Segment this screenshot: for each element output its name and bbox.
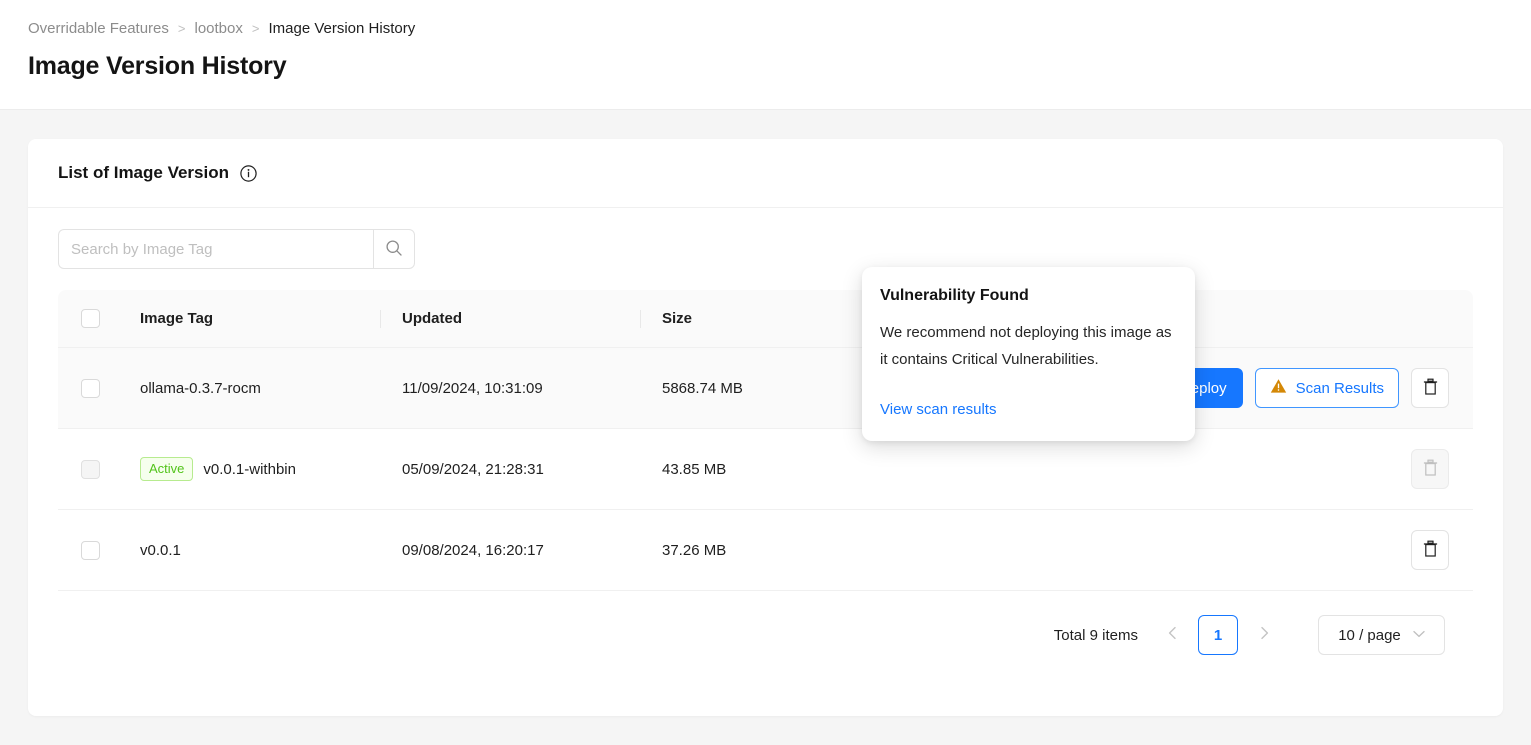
chevron-right-icon bbox=[1259, 626, 1270, 645]
trash-icon bbox=[1422, 378, 1439, 399]
breadcrumb-separator: > bbox=[177, 21, 186, 36]
header-image-tag: Image Tag bbox=[140, 310, 214, 327]
row-actions bbox=[917, 530, 1473, 570]
table-row[interactable]: v0.0.1 09/08/2024, 16:20:17 37.26 MB bbox=[58, 509, 1473, 590]
search-button[interactable] bbox=[373, 229, 415, 269]
card-header: List of Image Version bbox=[28, 139, 1503, 208]
image-tag-text: v0.0.1 bbox=[140, 541, 181, 559]
row-size: 43.85 MB bbox=[662, 460, 727, 478]
trash-icon bbox=[1422, 540, 1439, 561]
card-title: List of Image Version bbox=[58, 163, 229, 182]
page-1-button[interactable]: 1 bbox=[1198, 615, 1238, 655]
page-size-select[interactable]: 10 / page bbox=[1318, 615, 1445, 655]
table-header-row: Image Tag Updated Size bbox=[58, 290, 1473, 347]
row-select-cell bbox=[58, 540, 140, 560]
search-row bbox=[58, 229, 1473, 269]
vulnerability-popover: Vulnerability Found We recommend not dep… bbox=[862, 267, 1195, 441]
delete-button[interactable] bbox=[1411, 530, 1449, 570]
info-circle-icon[interactable] bbox=[240, 164, 257, 182]
header-select-cell bbox=[58, 309, 140, 328]
popover-body: We recommend not deploying this image as… bbox=[880, 324, 1172, 368]
chevron-down-icon bbox=[1413, 629, 1425, 641]
row-image-tag: Active v0.0.1-withbin bbox=[140, 457, 402, 481]
breadcrumb-separator: > bbox=[251, 21, 260, 36]
row-select-cell bbox=[58, 459, 140, 479]
row-checkbox bbox=[81, 459, 100, 479]
row-select-cell bbox=[58, 378, 140, 398]
table-row[interactable]: Active v0.0.1-withbin 05/09/2024, 21:28:… bbox=[58, 428, 1473, 509]
search-icon bbox=[385, 239, 403, 260]
row-updated: 05/09/2024, 21:28:31 bbox=[402, 460, 544, 478]
row-image-tag: ollama-0.3.7-rocm bbox=[140, 380, 402, 397]
card-body: Image Tag Updated Size ollama-0.3.7-rocm… bbox=[28, 208, 1503, 655]
warning-triangle-icon bbox=[1270, 378, 1287, 398]
breadcrumb-item-overridable-features[interactable]: Overridable Features bbox=[28, 18, 169, 40]
chevron-left-icon bbox=[1167, 626, 1178, 645]
row-updated: 09/08/2024, 16:20:17 bbox=[402, 541, 544, 559]
total-items-label: Total 9 items bbox=[1053, 626, 1138, 644]
popover-title: Vulnerability Found bbox=[880, 287, 1029, 304]
select-all-checkbox[interactable] bbox=[81, 309, 100, 328]
row-checkbox[interactable] bbox=[81, 378, 100, 398]
page-header: Overridable Features > lootbox > Image V… bbox=[0, 0, 1531, 110]
status-badge: Active bbox=[140, 457, 194, 481]
prev-page-button[interactable] bbox=[1156, 619, 1188, 651]
search-group bbox=[58, 229, 415, 269]
header-updated: Updated bbox=[402, 310, 662, 327]
scan-results-button[interactable]: Scan Results bbox=[1254, 368, 1399, 408]
row-size: 37.26 MB bbox=[662, 541, 727, 559]
trash-icon bbox=[1422, 459, 1439, 480]
row-actions bbox=[917, 449, 1473, 489]
scan-results-label: Scan Results bbox=[1295, 379, 1384, 397]
page-title: Image Version History bbox=[28, 52, 287, 80]
delete-button bbox=[1411, 449, 1449, 489]
pagination: Total 9 items 1 10 / page bbox=[58, 591, 1473, 655]
image-version-table: Image Tag Updated Size ollama-0.3.7-rocm… bbox=[58, 290, 1473, 591]
image-tag-text: ollama-0.3.7-rocm bbox=[140, 379, 261, 397]
row-image-tag: v0.0.1 bbox=[140, 542, 402, 559]
image-version-card: List of Image Version Search by Image Ta… bbox=[28, 139, 1503, 716]
page-size-label: 10 / page bbox=[1338, 626, 1401, 644]
breadcrumb: Overridable Features > lootbox > Image V… bbox=[28, 18, 1503, 40]
main-content: List of Image Version Search by Image Ta… bbox=[0, 110, 1531, 716]
breadcrumb-item-lootbox[interactable]: lootbox bbox=[195, 18, 243, 40]
image-tag-text: v0.0.1-withbin bbox=[203, 460, 296, 478]
breadcrumb-item-image-version-history: Image Version History bbox=[268, 20, 416, 37]
table-row[interactable]: ollama-0.3.7-rocm 11/09/2024, 10:31:09 5… bbox=[58, 347, 1473, 428]
row-checkbox[interactable] bbox=[81, 540, 100, 560]
delete-button[interactable] bbox=[1411, 368, 1449, 408]
row-updated: 11/09/2024, 10:31:09 bbox=[402, 379, 543, 397]
view-scan-results-link[interactable]: View scan results bbox=[880, 401, 996, 418]
search-input[interactable] bbox=[58, 229, 373, 269]
next-page-button[interactable] bbox=[1248, 619, 1280, 651]
